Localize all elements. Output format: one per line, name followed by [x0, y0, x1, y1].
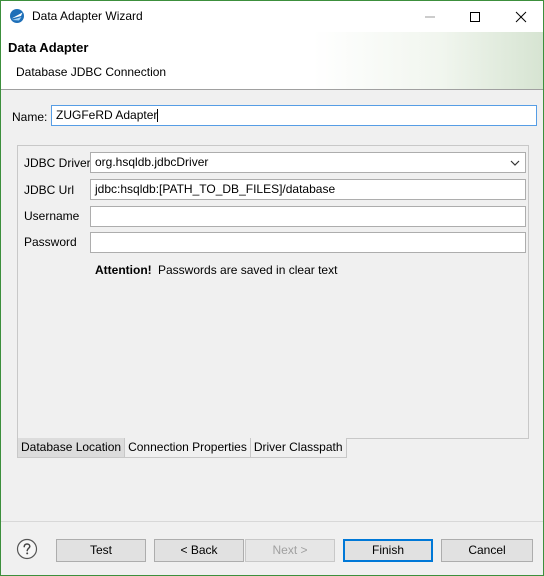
tab-connection-properties[interactable]: Connection Properties — [124, 438, 251, 458]
page-title: Data Adapter — [8, 40, 89, 55]
footer-divider — [1, 521, 543, 522]
maximize-button[interactable] — [452, 1, 497, 32]
username-input[interactable] — [90, 206, 526, 227]
title-bar: Data Adapter Wizard — [1, 1, 543, 32]
jdbc-url-label: JDBC Url — [24, 183, 74, 197]
maximize-icon — [469, 11, 480, 22]
back-button[interactable]: < Back — [154, 539, 244, 562]
close-button[interactable] — [498, 1, 543, 32]
page-subtitle: Database JDBC Connection — [16, 65, 167, 79]
password-input[interactable] — [90, 232, 526, 253]
password-label: Password — [24, 235, 77, 249]
minimize-icon — [424, 16, 435, 17]
header-decoration — [313, 32, 543, 89]
username-label: Username — [24, 209, 80, 223]
attention-label: Attention! — [95, 263, 152, 277]
database-location-panel: JDBC Driver org.hsqldb.jdbcDriver JDBC U… — [17, 145, 529, 439]
minimize-button[interactable] — [407, 1, 452, 32]
jdbc-driver-value: org.hsqldb.jdbcDriver — [95, 155, 209, 169]
jdbc-driver-combo[interactable]: org.hsqldb.jdbcDriver — [90, 152, 526, 173]
next-button[interactable]: Next > — [245, 539, 335, 562]
wizard-window: Data Adapter Wizard Data Adapter Databas… — [0, 0, 544, 576]
name-label: Name: — [12, 110, 48, 124]
password-warning: Attention! Passwords are saved in clear … — [95, 263, 337, 277]
name-input-value: ZUGFeRD Adapter — [56, 108, 158, 122]
chevron-down-icon[interactable] — [509, 157, 521, 169]
jdbc-url-value: jdbc:hsqldb:[PATH_TO_DB_FILES]/database — [95, 182, 336, 196]
cancel-button[interactable]: Cancel — [441, 539, 533, 562]
wizard-header: Data Adapter Database JDBC Connection — [1, 32, 543, 89]
jdbc-url-input[interactable]: jdbc:hsqldb:[PATH_TO_DB_FILES]/database — [90, 179, 526, 200]
help-icon[interactable] — [16, 538, 38, 560]
header-divider — [1, 89, 543, 90]
finish-button[interactable]: Finish — [343, 539, 433, 562]
window-title: Data Adapter Wizard — [32, 9, 143, 23]
tab-database-location[interactable]: Database Location — [17, 438, 126, 458]
test-button[interactable]: Test — [56, 539, 146, 562]
tab-driver-classpath[interactable]: Driver Classpath — [249, 438, 347, 458]
attention-text: Passwords are saved in clear text — [158, 263, 338, 277]
name-input[interactable]: ZUGFeRD Adapter — [51, 105, 537, 126]
tab-bar: Database Location Connection Properties … — [17, 438, 347, 458]
text-caret — [157, 109, 159, 123]
close-icon — [515, 11, 526, 22]
eclipse-icon — [10, 9, 24, 23]
jdbc-driver-label: JDBC Driver — [24, 156, 91, 170]
